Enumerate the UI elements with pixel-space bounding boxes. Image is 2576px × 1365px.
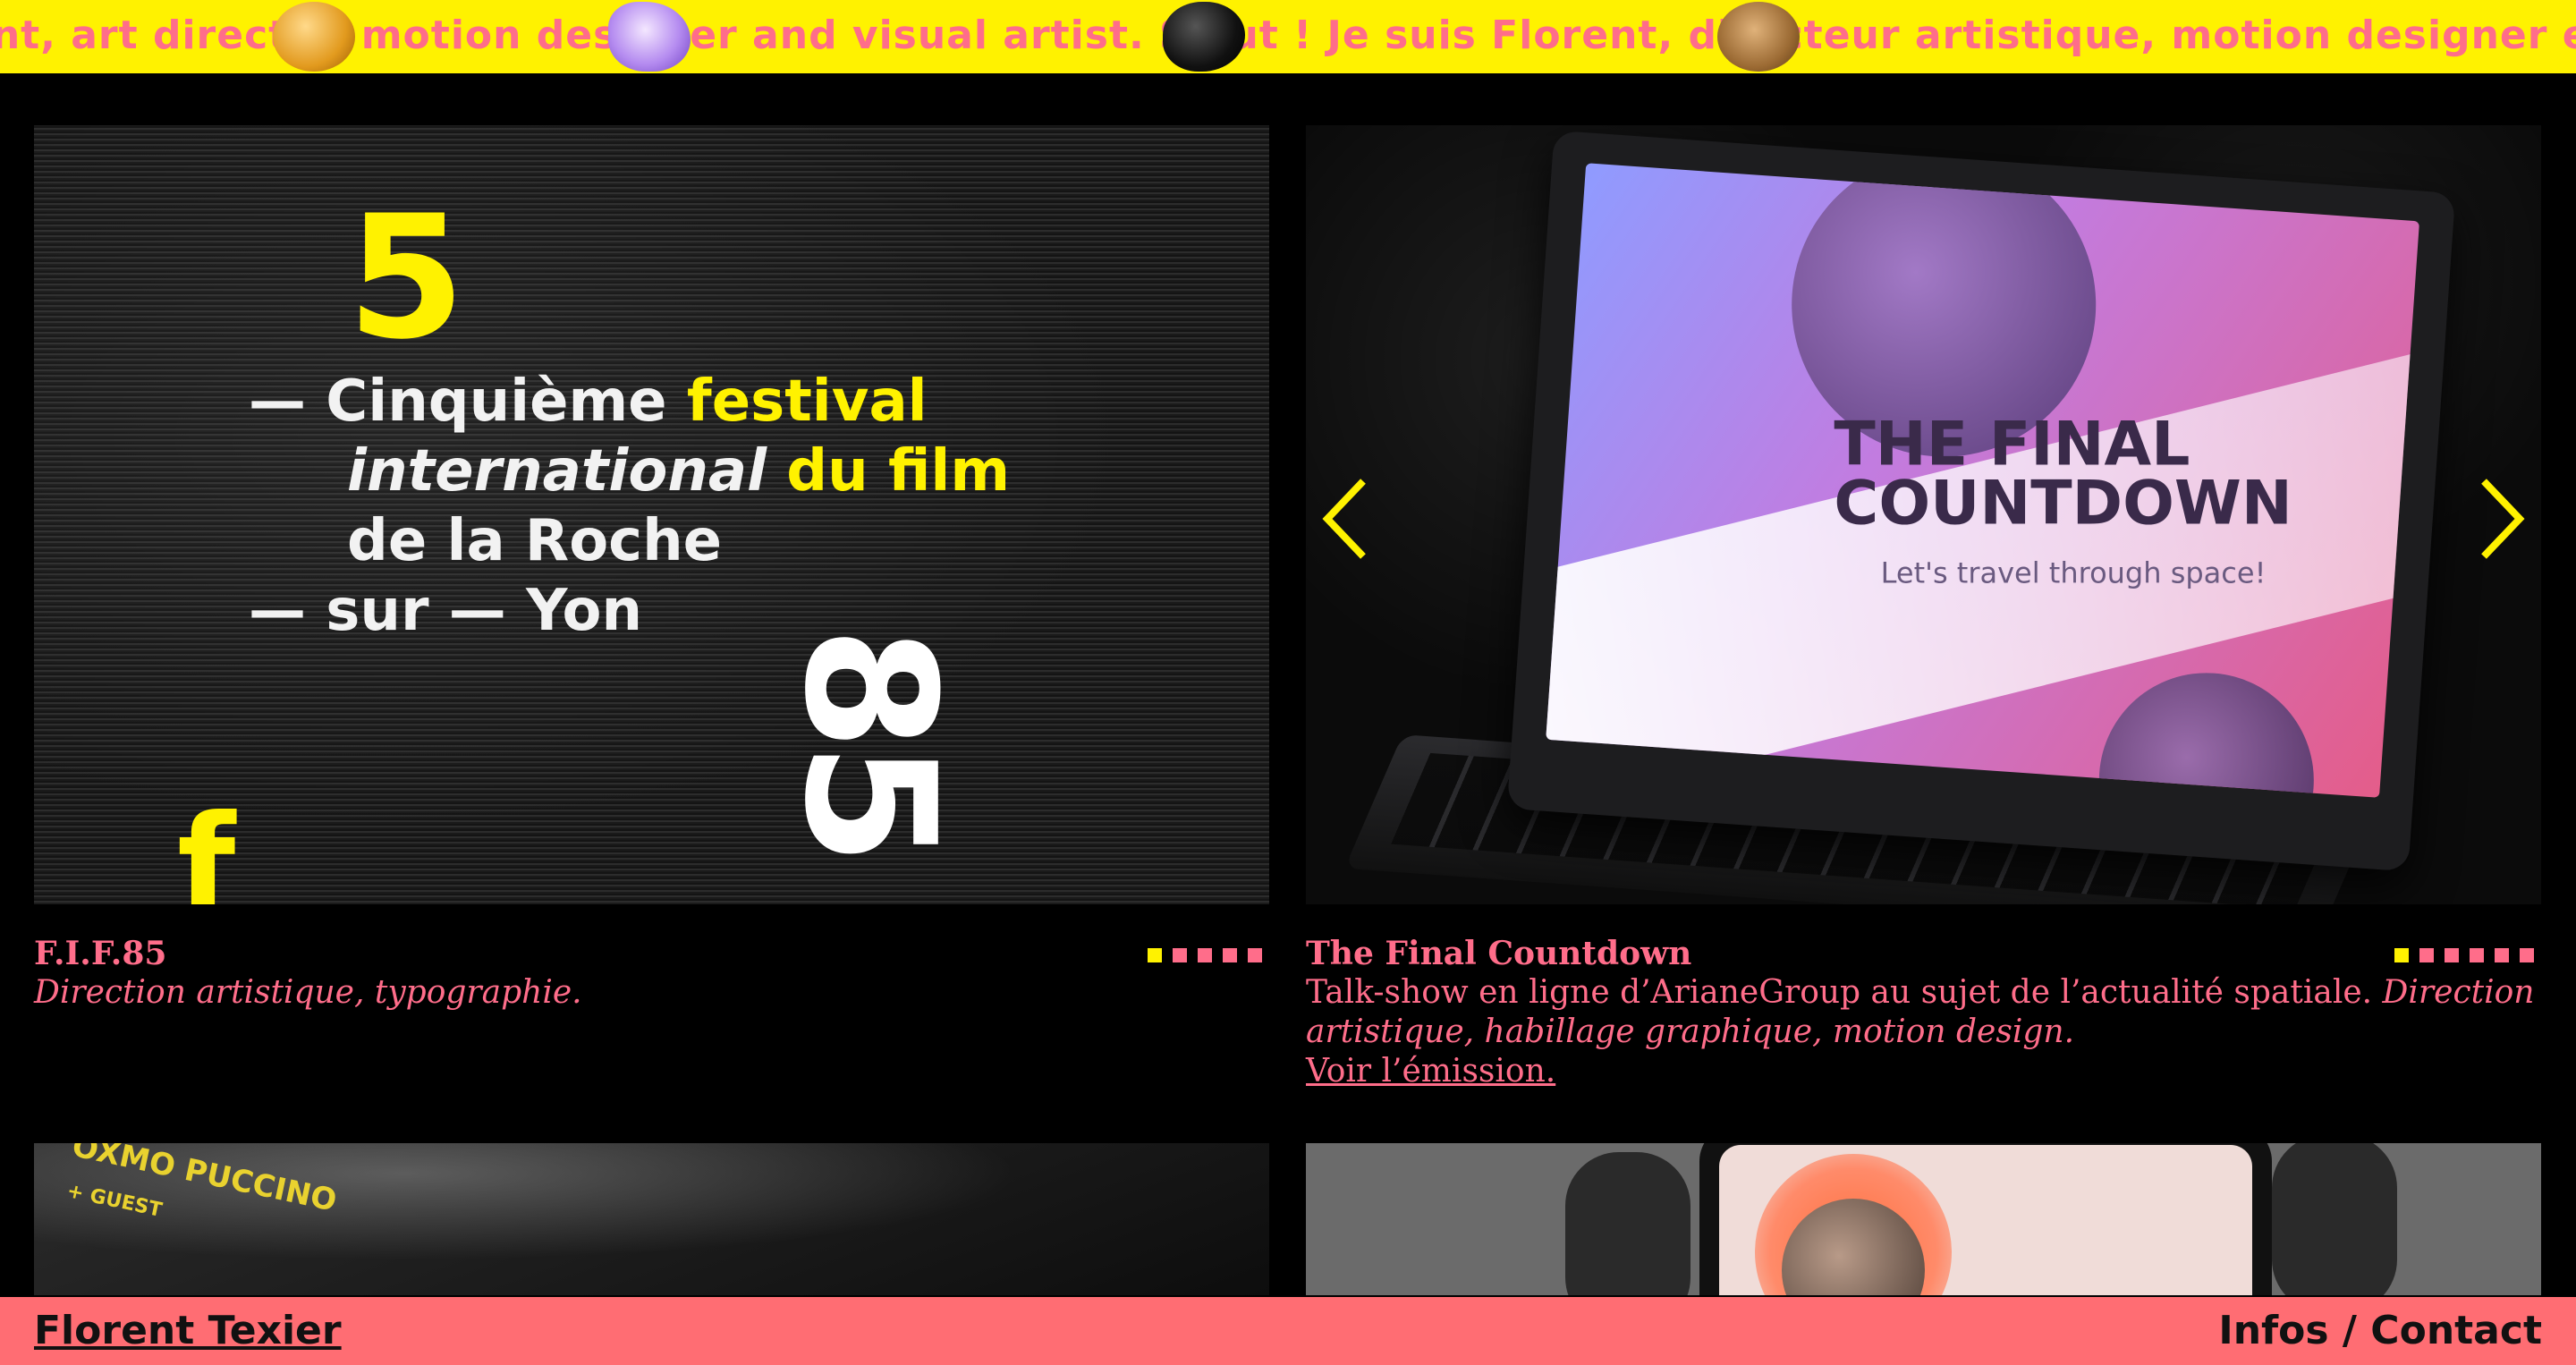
- fif-line1a: — Cinquième: [249, 369, 687, 435]
- screen-subtitle: Let's travel through space!: [1880, 555, 2267, 590]
- slide-dot[interactable]: [1198, 948, 1212, 962]
- hand-shape: [1565, 1152, 1690, 1295]
- slide-dot[interactable]: [1173, 948, 1187, 962]
- slide-dot[interactable]: [1148, 948, 1162, 962]
- project-image-final-countdown[interactable]: THE FINAL COUNTDOWN Let's travel through…: [1306, 125, 2541, 904]
- project-image-phone[interactable]: [1306, 1143, 2541, 1295]
- laptop-screen: THE FINAL COUNTDOWN Let's travel through…: [1546, 163, 2419, 798]
- slide-indicator: [2394, 948, 2534, 962]
- fif-line2b: du film: [767, 438, 1010, 504]
- fif-line3: de la Roche: [347, 508, 723, 574]
- site-name-link[interactable]: Florent Texier: [34, 1306, 342, 1356]
- slide-dot[interactable]: [1223, 948, 1237, 962]
- fif-logo-mark: f: [177, 787, 236, 904]
- project-caption: F.I.F.85 Direction artistique, typograph…: [34, 934, 1269, 1013]
- project-title: F.I.F.85: [34, 935, 167, 972]
- poster-subtext: + GUEST: [64, 1180, 165, 1222]
- project-summary: Talk-show en ligne d’ArianeGroup au suje…: [1306, 974, 2383, 1011]
- footer-bar: Florent Texier Infos / Contact: [0, 1297, 2576, 1365]
- planet-shape: [2091, 666, 2321, 798]
- project-image-oxmo-puccino[interactable]: OXMO PUCCINO + GUEST: [34, 1143, 1269, 1295]
- cookie-emoji-icon: [273, 2, 355, 72]
- slide-dot[interactable]: [2470, 948, 2484, 962]
- slide-dot[interactable]: [2445, 948, 2459, 962]
- project-description: Talk-show en ligne d’ArianeGroup au suje…: [1306, 973, 2541, 1052]
- phone-mockup: [1699, 1143, 2272, 1295]
- project-title: The Final Countdown: [1306, 935, 1692, 972]
- marquee-banner: ent, art director, motion designer and v…: [0, 0, 2576, 73]
- fif-headline: — Cinquième festival international du fi…: [249, 367, 1010, 646]
- teddy-bear-emoji-icon: [1717, 2, 1800, 72]
- infos-contact-link[interactable]: Infos / Contact: [2218, 1306, 2542, 1356]
- carousel-prev-arrow-icon[interactable]: [1318, 474, 1372, 564]
- fif-number: 5: [347, 179, 466, 377]
- slide-indicator: [1148, 948, 1262, 962]
- watch-show-link[interactable]: Voir l’émission.: [1306, 1052, 1555, 1091]
- carousel-next-arrow-icon[interactable]: [2475, 474, 2529, 564]
- screen-title: THE FINAL COUNTDOWN: [1834, 409, 2292, 539]
- fif-line2a: international: [347, 438, 767, 504]
- project-description: Direction artistique, typographie.: [34, 973, 1269, 1013]
- slide-dot[interactable]: [2419, 948, 2434, 962]
- project-image-fif85[interactable]: 5 — Cinquième festival international du …: [34, 125, 1269, 904]
- fif-rotated-number: 85: [765, 626, 973, 858]
- marquee-text: ent, art director, motion designer and v…: [0, 13, 2576, 58]
- slide-dot[interactable]: [2495, 948, 2509, 962]
- slide-dot[interactable]: [2394, 948, 2409, 962]
- fif-line1b: festival: [686, 369, 928, 435]
- project-caption: The Final Countdown Talk-show en ligne d…: [1306, 934, 2541, 1091]
- project-roles: Direction artistique, typographie.: [34, 974, 582, 1011]
- hand-shape: [2272, 1143, 2397, 1295]
- laptop-lid: THE FINAL COUNTDOWN Let's travel through…: [1506, 130, 2456, 872]
- slide-dot[interactable]: [2520, 948, 2534, 962]
- slide-dot[interactable]: [1248, 948, 1262, 962]
